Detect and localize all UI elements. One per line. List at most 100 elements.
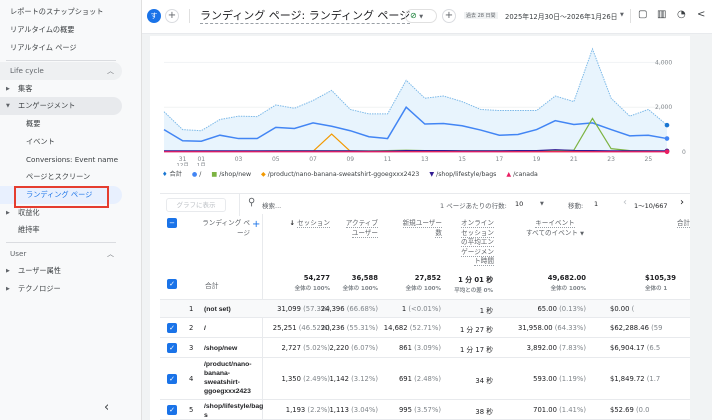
sidebar-item-engagement[interactable]: ▼ エンゲージメント — [0, 97, 122, 115]
caret-down-icon: ▼ — [419, 14, 424, 20]
cell-key-events: 31,958.00 (64.33%) — [518, 324, 586, 332]
sidebar-item-demographics[interactable]: ▶ ユーザー属性 — [0, 262, 122, 280]
key-events-filter[interactable]: すべてのイベント — [526, 229, 578, 237]
add-dimension-icon[interactable]: + — [252, 219, 260, 231]
plot-rows-button[interactable]: グラフに表示 — [166, 198, 226, 212]
legend-label: /shop/lifestyle/bags — [436, 171, 497, 178]
rows-per-page-label: 1 ページあたりの行数: — [440, 202, 507, 210]
caret-right-icon: ▶ — [6, 210, 10, 216]
cell-revenue: $0.00 ( — [610, 305, 635, 313]
header-sessions[interactable]: ↓ セッション — [272, 219, 330, 229]
table-row[interactable]: ✓ 5/shop/lifestyle/bags 1,193 (2.2%) 1,113 … — [160, 400, 690, 420]
landing-page-link[interactable]: /shop/new — [204, 344, 264, 353]
total-active-users: 36,588 全体の 100% — [342, 274, 378, 292]
collapse-sidebar-icon[interactable]: ‹ — [104, 400, 109, 416]
total-revenue: $105,39 全体の 1 — [645, 274, 676, 292]
landing-page-link[interactable]: /product/nano-banana-sweatshirt-ggoegxxx… — [204, 360, 264, 396]
date-range[interactable]: 2025年12月30日～2026年1月26日 — [505, 11, 617, 21]
x-tick-label: 19 — [533, 156, 541, 163]
next-page-icon[interactable]: › — [680, 197, 684, 208]
header-active-users[interactable]: アクティブ ユーザー — [340, 219, 378, 238]
legend-marker-icon: ▼ — [429, 171, 435, 178]
cell-engagement: 1 秒 — [479, 307, 493, 315]
prev-page-icon[interactable]: ‹ — [623, 197, 627, 208]
rows-per-page-select[interactable]: 10 — [515, 200, 523, 208]
search-input[interactable]: 検索... — [262, 200, 281, 210]
divider — [630, 9, 631, 23]
caret-down-icon[interactable]: ▼ — [580, 231, 584, 237]
header-label: 合計 — [676, 219, 690, 228]
header-new-users[interactable]: 新規ユーザー数 — [400, 219, 442, 238]
sidebar-item-realtime-overview[interactable]: リアルタイムの概要 — [0, 21, 122, 39]
status-dropdown[interactable]: ⊘ ▼ — [405, 9, 437, 23]
x-tick-label: 25 — [645, 156, 653, 163]
report-title[interactable]: ランディング ページ: ランディング ページ — [200, 7, 411, 24]
sidebar-item-snapshot[interactable]: レポートのスナップショット — [0, 3, 122, 21]
sidebar-item-monetization[interactable]: ▶ 収益化 — [0, 204, 122, 222]
header-engagement-time[interactable]: オンライン セッションの平均エンゲージメント時間 — [456, 219, 494, 267]
caret-right-icon: ▶ — [6, 86, 10, 92]
x-tick-label: 01 — [197, 156, 205, 163]
section-lifecycle[interactable]: Life cycle ︿ — [0, 62, 122, 80]
add-comparison-button[interactable]: + — [165, 9, 179, 23]
total-engagement: 1 分 01 秒平均との差 0% — [454, 276, 493, 294]
table-row[interactable]: ✓ 4/product/nano-banana-sweatshirt-ggoegx… — [160, 358, 690, 400]
goto-input[interactable]: 1 — [594, 200, 598, 208]
legend-item[interactable]: ● / — [192, 171, 206, 178]
landing-page-link[interactable]: /shop/lifestyle/bags — [204, 402, 264, 420]
header-revenue[interactable]: 合計 — [640, 219, 690, 229]
table-row[interactable]: 1 (not set) 31,099 (57.3%) 24,396 (66.68%) 1… — [160, 300, 690, 318]
legend-item[interactable]: ▲ /canada — [506, 171, 542, 178]
row-rank: 4 — [189, 375, 194, 383]
table-toolbar: グラフに表示 ⚲ 検索... 1 ページあたりの行数: 10 ▼ 移動: 1 ‹… — [160, 193, 692, 216]
cell-active: 24,396 (66.68%) — [320, 305, 378, 313]
header-landing-page[interactable]: ランディング ページ — [200, 219, 250, 238]
legend-item[interactable]: ■ /shop/new — [211, 171, 256, 178]
cell-active: 1,142 (3.12%) — [329, 375, 378, 383]
legend-item[interactable]: ◆ /product/nano-banana-sweatshirt-ggoegx… — [261, 171, 424, 178]
landing-page-link[interactable]: / — [204, 324, 264, 333]
caret-right-icon: ▶ — [6, 268, 10, 274]
sidebar-item-overview[interactable]: 概要 — [0, 115, 122, 133]
avatar[interactable]: す — [147, 9, 161, 23]
cell-new: 14,682 (52.71%) — [383, 324, 441, 332]
row-checkbox[interactable]: ✓ — [167, 343, 177, 353]
total-checkbox[interactable]: ✓ — [167, 279, 177, 289]
header-key-events[interactable]: キーイベント すべてのイベント ▼ — [510, 219, 600, 239]
x-tick-label: 03 — [235, 156, 243, 163]
table-row[interactable]: ✓ 3/shop/new 2,727 (5.02%) 2,220 (6.07%) 861… — [160, 338, 690, 358]
landing-page-link[interactable]: (not set) — [204, 305, 264, 314]
sidebar-item-retention[interactable]: 維持率 — [0, 221, 122, 239]
sidebar-item-technology[interactable]: ▶ テクノロジー — [0, 280, 122, 298]
edit-report-icon[interactable]: ▢ — [638, 9, 647, 20]
x-tick-sublabel: 1月 — [197, 162, 206, 166]
total-new-users: 27,852 全体の 100% — [405, 274, 441, 292]
x-tick-label: 05 — [272, 156, 280, 163]
header-label: キーイベント — [535, 219, 575, 228]
section-user[interactable]: User ︿ — [0, 245, 122, 263]
sidebar-item-realtime-pages[interactable]: リアルタイム ページ — [0, 39, 122, 57]
legend-item[interactable]: ♦ 合計 — [162, 171, 187, 178]
sidebar-item-events[interactable]: イベント — [0, 133, 122, 151]
compare-icon[interactable]: ▥ — [657, 9, 666, 20]
caret-down-icon[interactable]: ▼ — [540, 201, 544, 207]
sidebar-item-acquisition[interactable]: ▶ 集客 — [0, 80, 122, 98]
header-label: 新規ユーザー数 — [402, 219, 442, 238]
share-icon[interactable]: < — [697, 9, 705, 20]
sidebar-item-conversions[interactable]: Conversions: Event name — [0, 151, 122, 169]
date-dropdown-icon[interactable]: ▼ — [620, 12, 624, 18]
select-all-checkbox[interactable]: − — [167, 218, 177, 228]
row-checkbox[interactable]: ✓ — [167, 323, 177, 333]
row-checkbox[interactable]: ✓ — [167, 374, 177, 384]
total-label: 合計 — [205, 282, 219, 290]
insights-icon[interactable]: ◔ — [677, 9, 686, 20]
row-checkbox[interactable]: ✓ — [167, 405, 177, 415]
add-button[interactable]: + — [442, 9, 456, 23]
sidebar-item-pages-screens[interactable]: ページとスクリーン — [0, 168, 122, 186]
x-tick-label: 21 — [570, 156, 578, 163]
table-row[interactable]: ✓ 2/25,251 (46.52%) 20,236 (55.31%) 14,682 … — [160, 318, 690, 338]
legend-item[interactable]: ▼ /shop/lifestyle/bags — [429, 171, 501, 178]
chevron-up-icon: ︿ — [107, 250, 114, 258]
item-label: 収益化 — [18, 208, 40, 217]
chevron-up-icon: ︿ — [107, 67, 114, 75]
